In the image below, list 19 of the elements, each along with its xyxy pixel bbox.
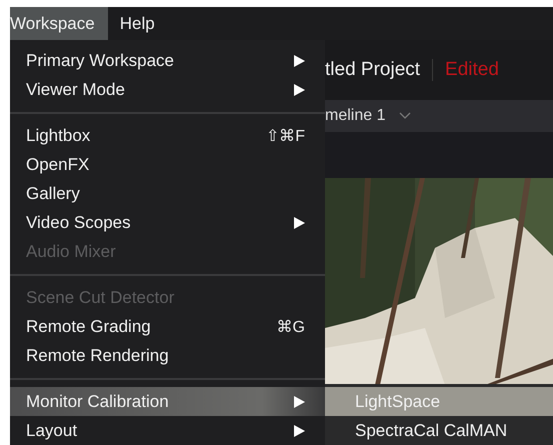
- menu-item[interactable]: Monitor Calibration: [10, 387, 325, 416]
- menu-item[interactable]: Lightbox ⇧⌘F: [10, 121, 325, 150]
- menu-bar-item[interactable]: Help: [108, 7, 168, 40]
- menu-item[interactable]: Primary Workspace: [10, 46, 325, 75]
- menu-item[interactable]: Remote Grading ⌘G: [10, 312, 325, 341]
- menu-item[interactable]: OpenFX: [10, 150, 325, 179]
- chevron-down-icon[interactable]: [399, 112, 412, 120]
- timeline-name[interactable]: meline 1: [325, 106, 386, 125]
- menu-item[interactable]: Layout: [10, 416, 325, 445]
- shortcut-label: ⌘G: [276, 318, 305, 336]
- shortcut-label: ⇧⌘F: [266, 126, 305, 146]
- menu-item[interactable]: Viewer Mode: [10, 75, 325, 104]
- menu-item[interactable]: Video Scopes: [10, 208, 325, 237]
- menu-bar-item[interactable]: Workspace: [10, 7, 108, 40]
- status-label: Edited: [445, 58, 499, 81]
- menu-item[interactable]: Remote Rendering: [10, 341, 325, 370]
- menu-item[interactable]: Gallery: [10, 179, 325, 208]
- project-title: tled Project: [325, 58, 420, 81]
- menu-item[interactable]: SpectraCal CalMAN: [325, 416, 553, 445]
